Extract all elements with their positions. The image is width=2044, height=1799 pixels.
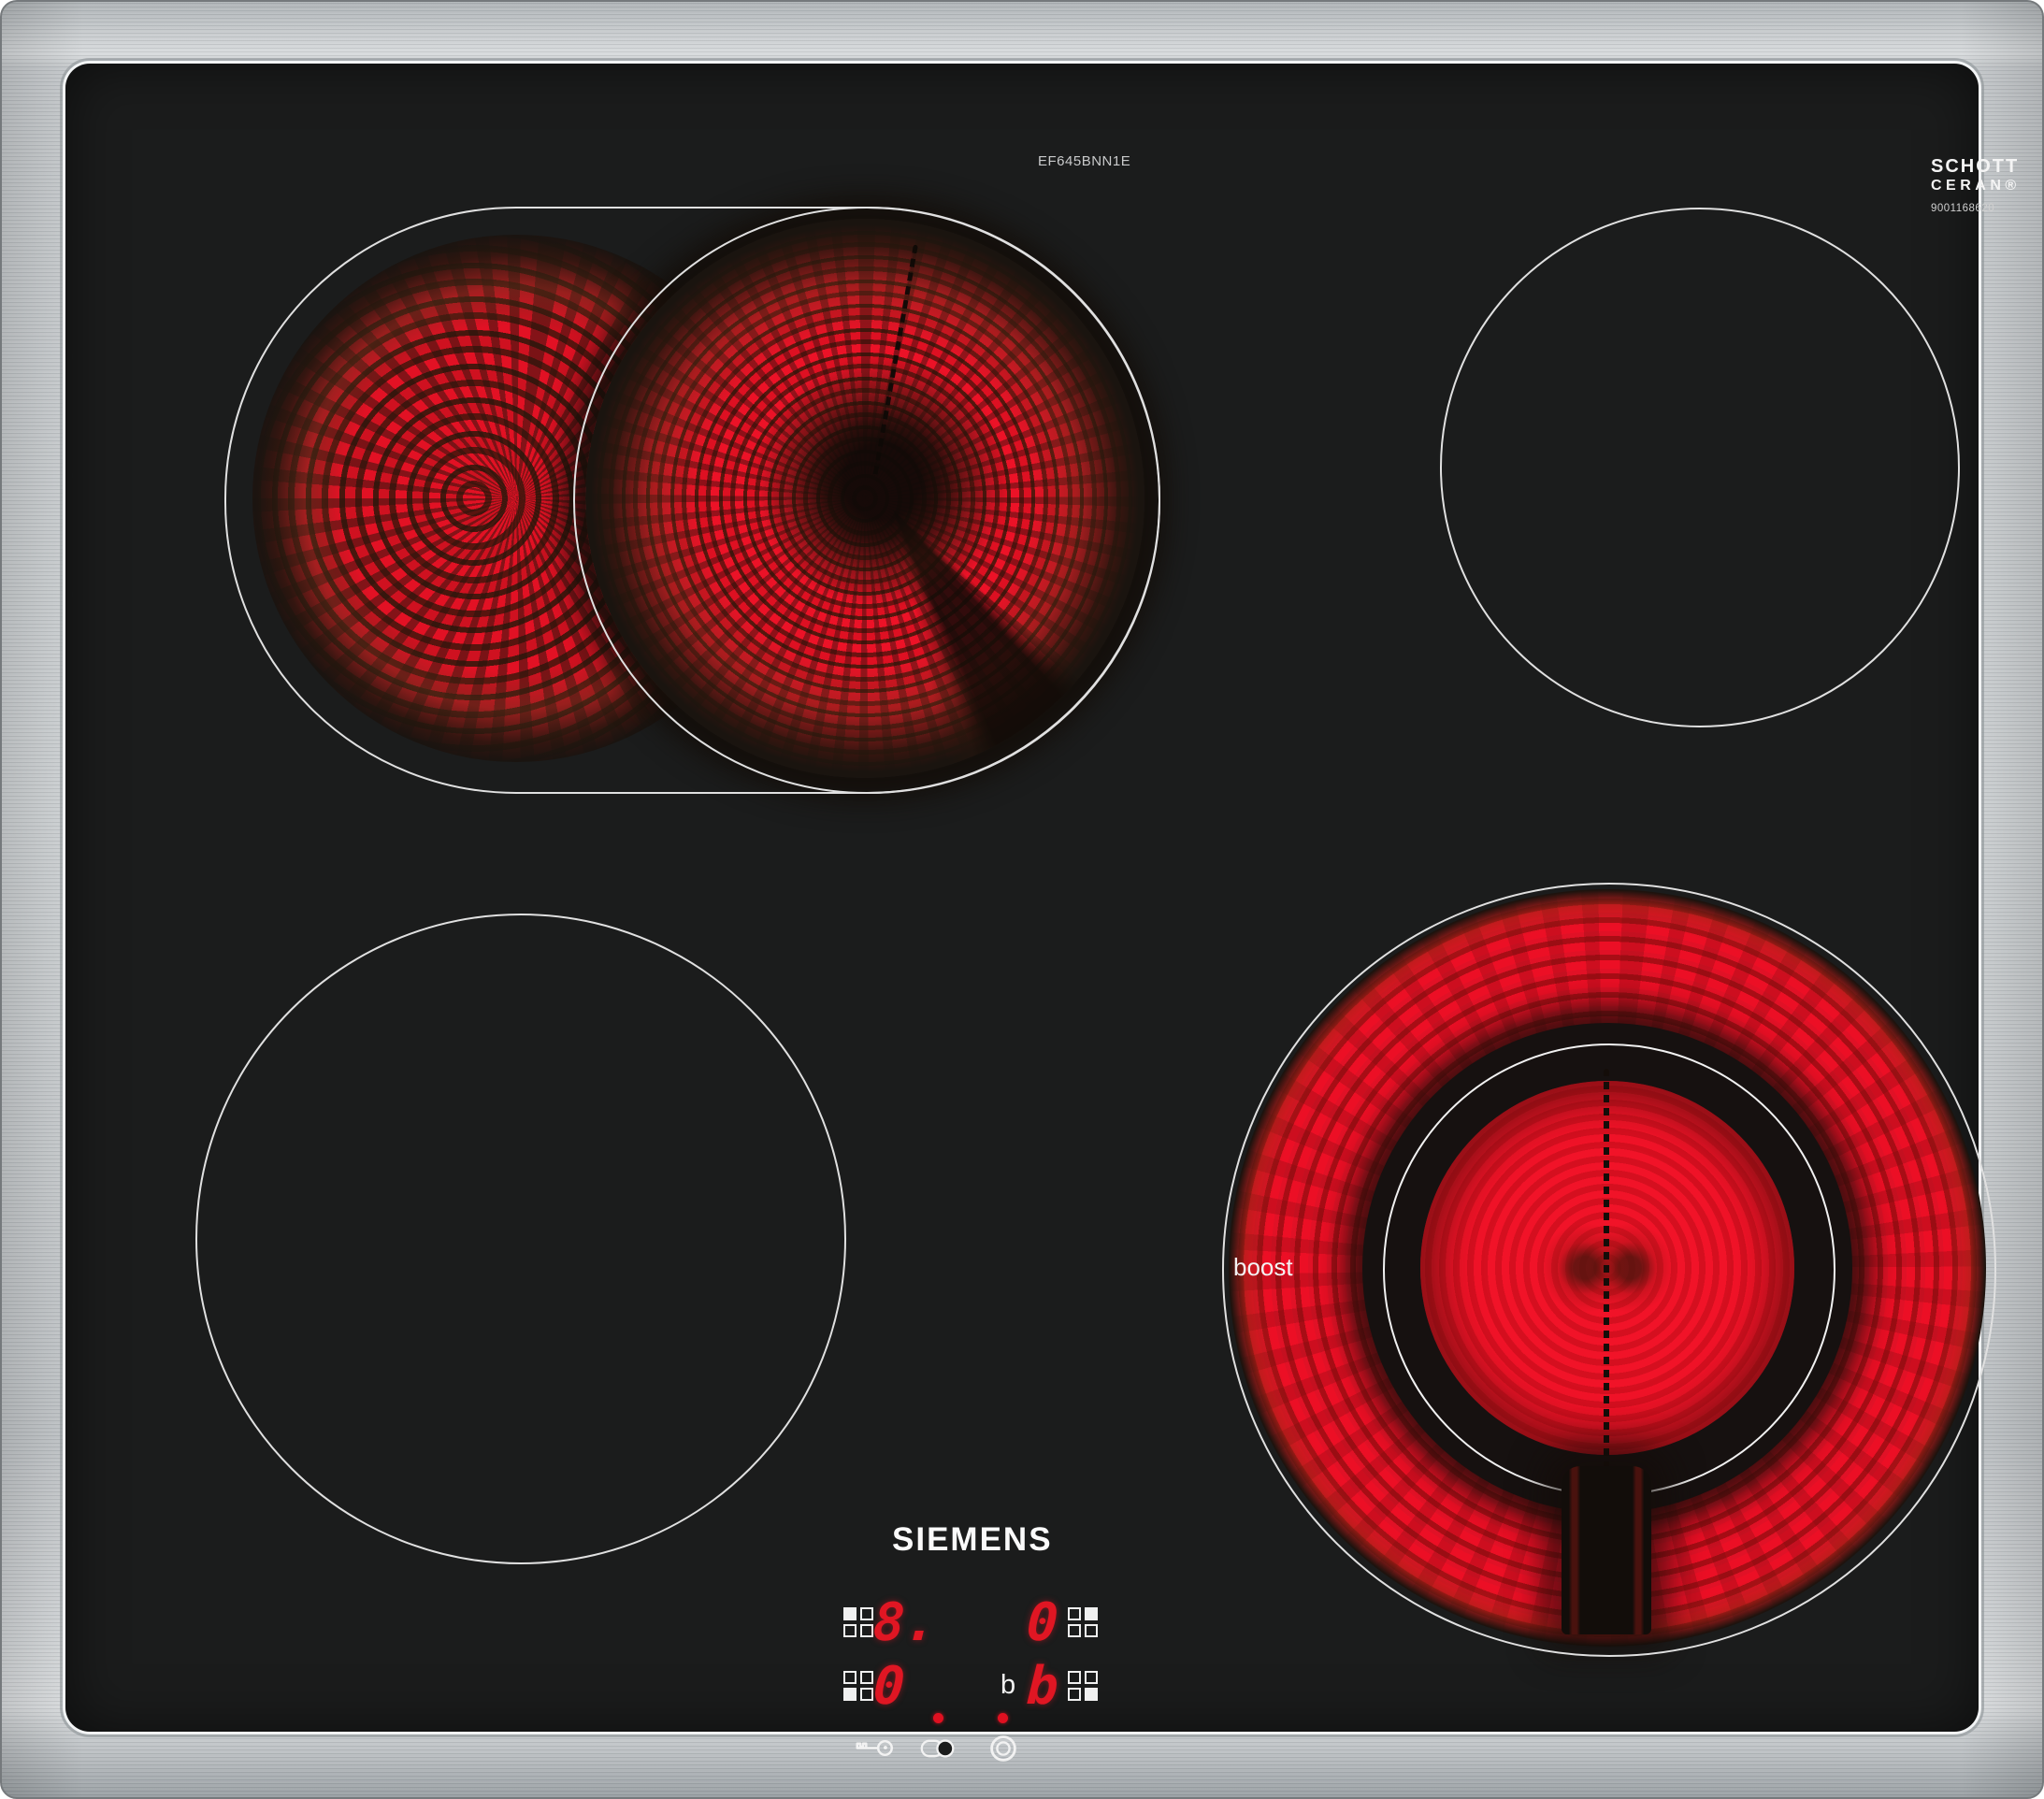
ceramic-hob: EF645BNN1E SCHOTT CERAN® 9001168620 [0,0,2044,1799]
dual-ring-zone-icon[interactable] [989,1734,1017,1763]
power-display-back-left[interactable]: 8. [872,1602,938,1645]
glass-surface: EF645BNN1E SCHOTT CERAN® 9001168620 [65,64,1979,1732]
power-display-back-right[interactable]: 0 [1026,1602,1059,1645]
schott-line: SCHOTT [1931,157,2021,176]
zone-selector-front-right [1068,1671,1098,1701]
power-display-front-left[interactable]: 0 [872,1665,906,1708]
boost-prefix: b [1000,1672,1015,1699]
brand-logo: SIEMENS [892,1521,1053,1559]
glass-code: 9001168620 [1931,204,2021,215]
zone-selector-front-left [843,1671,873,1701]
zone-front-left-outline [195,914,846,1564]
boost-label: boost [1233,1253,1293,1282]
zone-selector-back-left [843,1607,873,1637]
zone-selector-back-right [1068,1607,1098,1637]
main-zone-outline [573,207,1160,794]
extended-zone-icon[interactable] [919,1738,956,1759]
power-display-front-right[interactable]: b [1026,1665,1059,1708]
zone-back-right-outline [1440,208,1960,727]
child-lock-key-icon[interactable] [852,1736,895,1760]
indicator-led-extended-zone [933,1713,943,1723]
model-label: EF645BNN1E [1038,153,1130,169]
ceran-line: CERAN® [1931,179,2021,194]
schott-ceran-logo: SCHOTT CERAN® 9001168620 [1931,157,2021,215]
zone-outer-outline [1222,883,1996,1657]
indicator-led-dual-ring [998,1713,1008,1723]
